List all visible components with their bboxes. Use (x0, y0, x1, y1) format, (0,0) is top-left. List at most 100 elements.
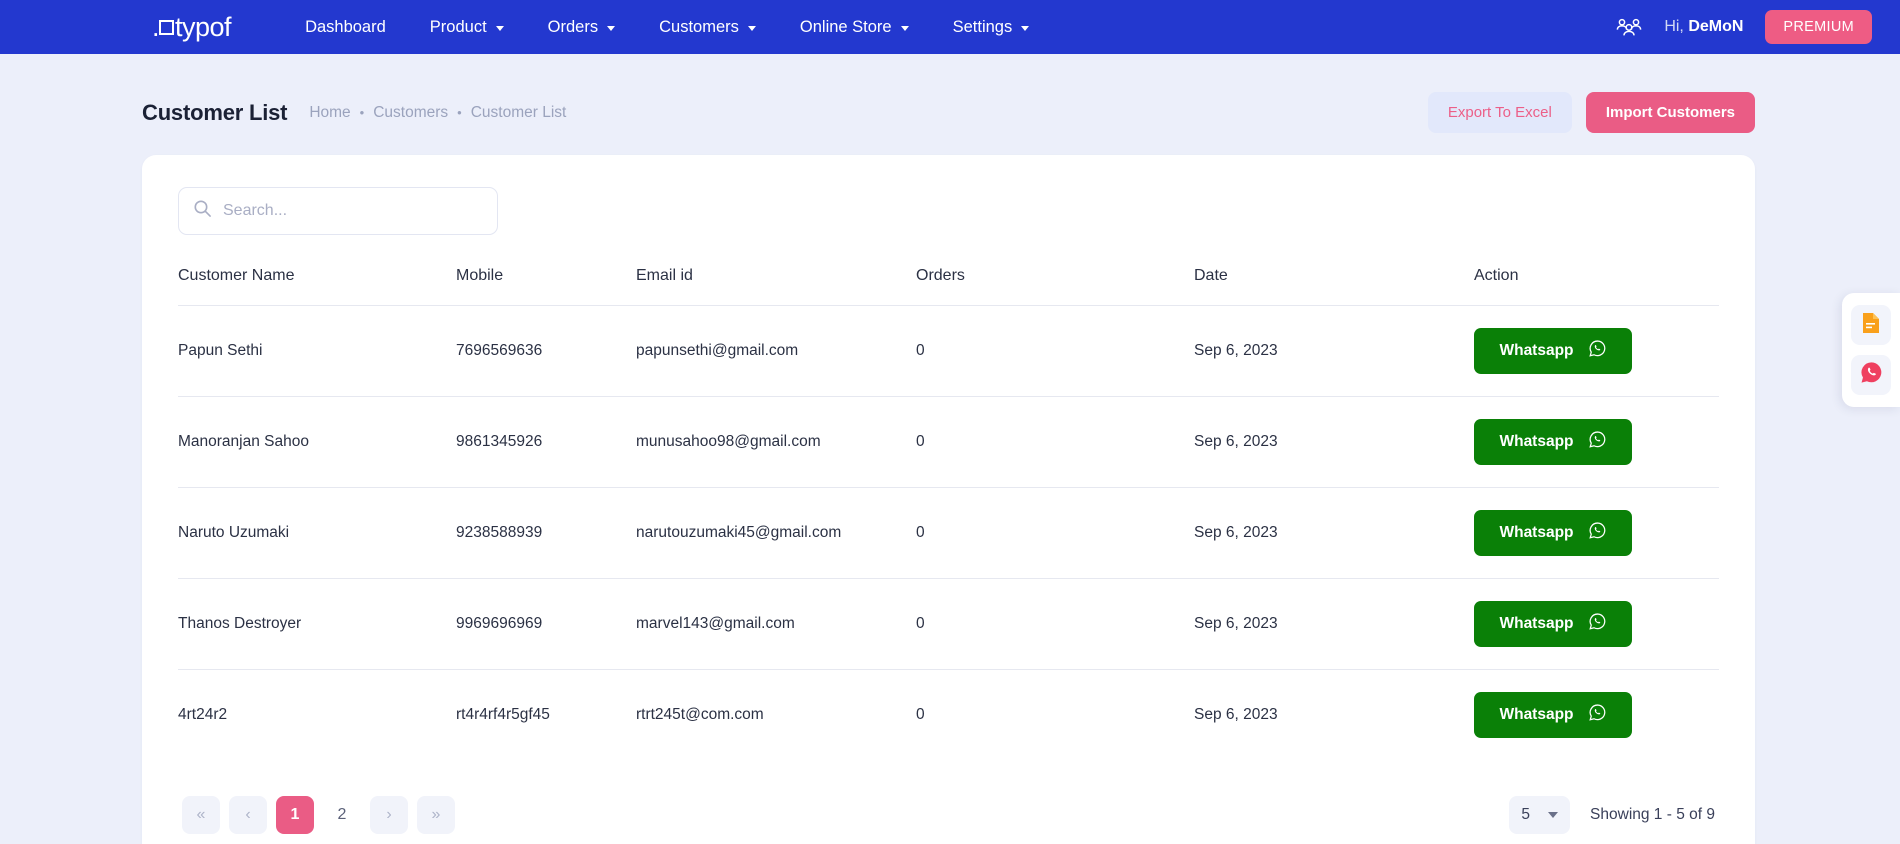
whatsapp-button-label: Whatsapp (1499, 706, 1574, 723)
nav-item-online-store[interactable]: Online Store (778, 10, 931, 45)
pagination-next-button[interactable]: › (370, 796, 408, 834)
breadcrumb-item-home[interactable]: Home (309, 104, 350, 122)
cell-date: Sep 6, 2023 (1194, 578, 1474, 670)
logo-text: typof (175, 11, 232, 42)
users-group-icon[interactable] (1616, 17, 1642, 37)
pagination-page-2[interactable]: 2 (323, 796, 361, 834)
chevron-down-icon (747, 25, 756, 31)
top-navbar: . typof Dashboard Product Orders Customer… (0, 0, 1900, 54)
pagination-page-1[interactable]: 1 (276, 796, 314, 834)
cell-action: Whatsapp (1474, 487, 1719, 579)
whatsapp-button[interactable]: Whatsapp (1474, 601, 1632, 647)
whatsapp-button[interactable]: Whatsapp (1474, 692, 1632, 738)
whatsapp-button[interactable]: Whatsapp (1474, 328, 1632, 374)
whatsapp-icon (1588, 339, 1607, 363)
user-name: DeMoN (1688, 18, 1744, 35)
cell-email: rtrt245t@com.com (636, 706, 764, 723)
column-header-customer-name: Customer Name (178, 259, 456, 306)
cell-customer-name: Manoranjan Sahoo (178, 396, 456, 488)
table-row: Thanos Destroyer 9969696969 marvel143@gm… (178, 578, 1719, 670)
table-row: Manoranjan Sahoo 9861345926 munusahoo98@… (178, 396, 1719, 488)
nav-item-customers[interactable]: Customers (637, 10, 778, 45)
cell-orders: 0 (916, 305, 1194, 397)
nav-label: Settings (952, 17, 1013, 36)
chevron-down-icon (495, 25, 504, 31)
search-icon (193, 199, 212, 223)
whatsapp-button-label: Whatsapp (1499, 433, 1574, 450)
nav-item-orders[interactable]: Orders (526, 10, 637, 45)
table-body: Papun Sethi 7696569636 papunsethi@gmail.… (178, 305, 1719, 761)
page-header: Customer List Home • Customers • Custome… (0, 54, 1900, 133)
whatsapp-button[interactable]: Whatsapp (1474, 510, 1632, 556)
column-header-mobile: Mobile (456, 259, 636, 306)
cell-orders: 0 (916, 706, 925, 723)
whatsapp-icon-button[interactable] (1851, 355, 1891, 395)
logo-square-icon (159, 19, 175, 35)
document-icon (1861, 312, 1881, 339)
cell-action: Whatsapp (1474, 578, 1719, 670)
whatsapp-icon (1588, 612, 1607, 636)
customers-table: Customer Name Mobile Email id Orders Dat… (178, 259, 1719, 760)
pagination: « ‹ 1 2 › » (182, 796, 455, 834)
navbar-right-group: Hi, DeMoN PREMIUM (1616, 10, 1872, 44)
header-actions: Export To Excel Import Customers (1427, 92, 1755, 133)
table-header-row: Customer Name Mobile Email id Orders Dat… (178, 259, 1719, 306)
pagination-first-button[interactable]: « (182, 796, 220, 834)
whatsapp-icon (1588, 521, 1607, 545)
nav-label: Customers (659, 17, 739, 36)
whatsapp-button-label: Whatsapp (1499, 524, 1574, 541)
floating-action-panel (1842, 293, 1900, 407)
nav-item-settings[interactable]: Settings (931, 10, 1052, 45)
whatsapp-icon (1860, 361, 1883, 389)
cell-email: marvel143@gmail.com (636, 578, 916, 670)
table-row: Naruto Uzumaki 9238588939 narutouzumaki4… (178, 487, 1719, 579)
page-title: Customer List (142, 99, 288, 125)
import-customers-button[interactable]: Import Customers (1585, 92, 1755, 133)
table-row: Papun Sethi 7696569636 papunsethi@gmail.… (178, 305, 1719, 397)
cell-mobile: 9861345926 (456, 396, 636, 488)
greeting-prefix: Hi, (1664, 18, 1689, 35)
whatsapp-icon (1588, 430, 1607, 454)
column-header-email: Email id (636, 259, 916, 306)
pagination-prev-button[interactable]: ‹ (229, 796, 267, 834)
column-header-date: Date (1194, 259, 1474, 306)
showing-range-text: Showing 1 - 5 of 9 (1590, 806, 1715, 823)
cell-date: Sep 6, 2023 (1194, 706, 1278, 723)
chevron-down-icon (1548, 812, 1559, 818)
cell-email: munusahoo98@gmail.com (636, 396, 916, 488)
search-box[interactable] (178, 187, 498, 235)
breadcrumb-item-customers[interactable]: Customers (373, 104, 448, 122)
search-input[interactable] (223, 202, 483, 220)
nav-item-dashboard[interactable]: Dashboard (283, 10, 408, 45)
pagination-row: « ‹ 1 2 › » 5 Showing 1 - 5 of 9 (178, 796, 1719, 834)
whatsapp-button[interactable]: Whatsapp (1474, 419, 1632, 465)
cell-customer-name: Papun Sethi (178, 305, 456, 397)
pagination-last-button[interactable]: » (417, 796, 455, 834)
nav-item-product[interactable]: Product (408, 10, 526, 45)
nav-label: Product (429, 17, 487, 36)
table-row: 4rt24r2 rt4r4rf4r5gf45 rtrt245t@com.com … (178, 670, 1719, 761)
brand-logo[interactable]: . typof (152, 11, 232, 43)
user-greeting: Hi, DeMoN (1664, 18, 1743, 36)
nav-label: Dashboard (305, 17, 386, 36)
export-to-excel-button[interactable]: Export To Excel (1427, 92, 1572, 133)
column-header-orders: Orders (916, 259, 1194, 306)
breadcrumb-separator: • (457, 105, 462, 120)
logo-dot-icon: . (152, 11, 160, 42)
page-size-select[interactable]: 5 (1509, 796, 1571, 834)
premium-button[interactable]: PREMIUM (1765, 10, 1872, 44)
table-head: Customer Name Mobile Email id Orders Dat… (178, 259, 1719, 306)
whatsapp-button-label: Whatsapp (1499, 342, 1574, 359)
cell-orders: 0 (916, 396, 1194, 488)
cell-date: Sep 6, 2023 (1194, 487, 1474, 579)
page-size-value: 5 (1521, 806, 1531, 823)
cell-mobile: 9238588939 (456, 487, 636, 579)
cell-mobile: 9969696969 (456, 578, 636, 670)
cell-orders: 0 (916, 487, 1194, 579)
pagination-right-group: 5 Showing 1 - 5 of 9 (1509, 796, 1715, 834)
cell-email: narutouzumaki45@gmail.com (636, 487, 916, 579)
document-icon-button[interactable] (1851, 305, 1891, 345)
nav-label: Online Store (799, 17, 892, 36)
chevron-down-icon (607, 25, 616, 31)
cell-orders: 0 (916, 578, 1194, 670)
